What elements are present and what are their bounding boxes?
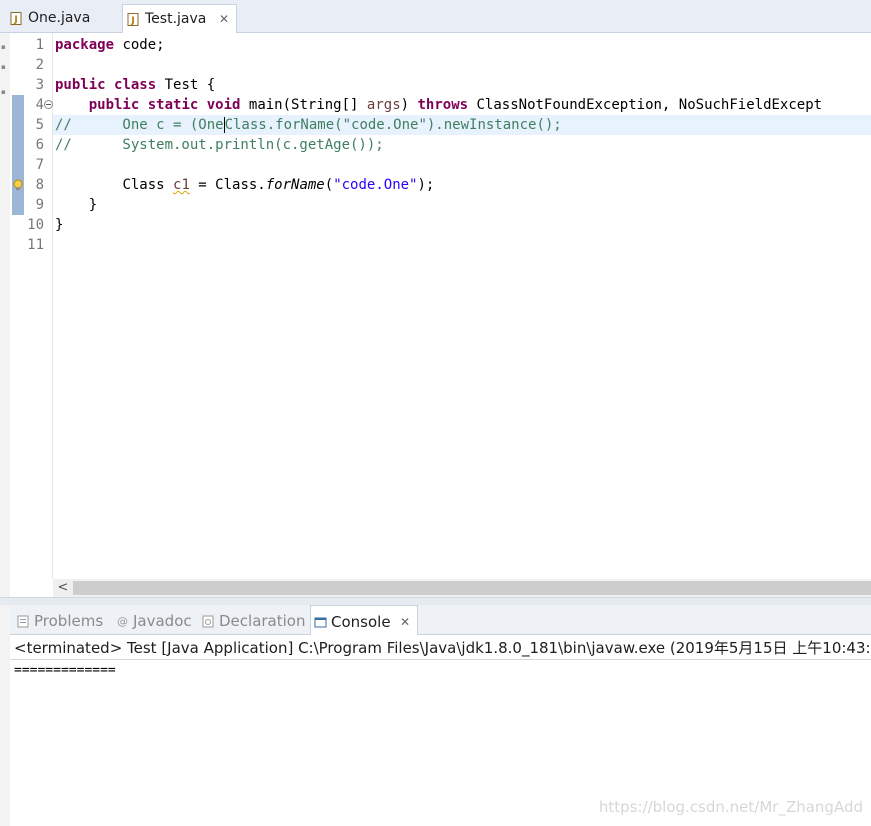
svg-text:J: J	[130, 16, 134, 26]
console-divider	[10, 659, 871, 660]
left-side-strip: ▪ ▪ ▪	[0, 33, 10, 600]
tab-label: Declaration	[219, 612, 306, 630]
line-number: 5	[35, 117, 44, 133]
code-line: }	[55, 217, 64, 233]
code-line: Class c1 = Class.forName("code.One");	[122, 177, 435, 193]
code-line: // System.out.println(c.getAge());	[55, 137, 384, 153]
console-icon	[314, 617, 327, 628]
code-line: }	[55, 197, 98, 213]
scroll-left-arrow-icon[interactable]: <	[53, 579, 73, 597]
line-number: 3	[35, 77, 44, 93]
code-line: package code;	[55, 37, 165, 53]
tab-label: Console	[331, 613, 391, 631]
minimized-view-icon[interactable]: ▪	[1, 88, 7, 96]
code-line: public class Test {	[55, 77, 216, 93]
line-number: 7	[35, 157, 44, 173]
horizontal-scrollbar[interactable]: <	[53, 579, 871, 597]
editor-tab-bar: J One.java J Test.java ✕	[0, 0, 871, 33]
panel-splitter[interactable]	[0, 597, 871, 605]
minimized-view-icon[interactable]: ▪	[1, 63, 7, 71]
code-line: // One c = (OneClass.forName("code.One")…	[55, 117, 562, 133]
minimized-view-icon[interactable]: ▪	[1, 43, 7, 51]
fold-collapse-icon[interactable]	[44, 100, 53, 109]
tab-problems[interactable]: Problems	[14, 605, 112, 635]
scrollbar-thumb[interactable]	[73, 581, 871, 595]
tab-console[interactable]: Console ✕	[310, 605, 418, 635]
close-icon[interactable]: ✕	[400, 606, 410, 638]
problems-icon	[17, 615, 29, 628]
watermark: https://blog.csdn.net/Mr_ZhangAdd	[598, 798, 863, 816]
close-icon[interactable]: ✕	[219, 5, 229, 33]
svg-text:J: J	[13, 15, 17, 25]
tab-declaration[interactable]: Declaration	[199, 605, 309, 635]
tab-label: Problems	[34, 612, 104, 630]
tab-test-java[interactable]: J Test.java ✕	[122, 4, 237, 33]
view-tab-bar: Problems @ Javadoc Declaration Console ✕	[10, 605, 871, 635]
console-status-header: <terminated> Test [Java Application] C:\…	[14, 639, 871, 657]
tab-label: Test.java	[145, 11, 207, 27]
console-output: =============	[14, 663, 116, 678]
tab-label: Javadoc	[133, 612, 192, 630]
line-number: 1	[35, 37, 44, 53]
line-number: 11	[27, 237, 44, 253]
left-side-strip	[0, 605, 10, 826]
tab-one-java[interactable]: J One.java	[6, 4, 118, 33]
tab-label: One.java	[28, 10, 91, 26]
warning-lightbulb-icon[interactable]	[12, 179, 24, 191]
line-number: 4	[35, 97, 44, 113]
javadoc-icon: @	[117, 615, 128, 628]
java-file-icon: J	[127, 13, 139, 26]
line-number: 9	[35, 197, 44, 213]
line-number: 2	[35, 57, 44, 73]
java-file-icon: J	[10, 12, 22, 25]
tab-javadoc[interactable]: @ Javadoc	[113, 605, 199, 635]
line-number: 10	[27, 217, 44, 233]
code-line: public static void main(String[] args) t…	[88, 97, 823, 113]
declaration-icon	[202, 615, 214, 628]
line-number: 6	[35, 137, 44, 153]
